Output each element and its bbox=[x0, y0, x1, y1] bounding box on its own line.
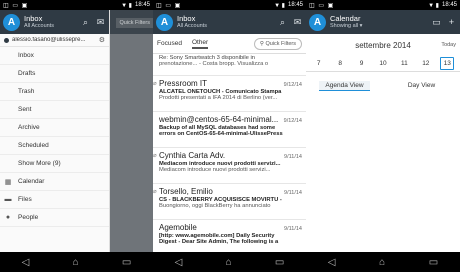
show-more-folders[interactable]: Show More (9) bbox=[0, 155, 109, 173]
status-time: 18:45 bbox=[441, 2, 457, 8]
drawer-screen: ◫ ▭ ▣ ▼ ▮ 18:45 Quick Filters A Inbox Al… bbox=[0, 0, 153, 272]
status-bar: ◫ ▭ ▣ ▼ ▮ 18:45 bbox=[153, 0, 306, 10]
back-icon[interactable]: ◁ bbox=[328, 257, 336, 268]
day-cell-selected[interactable]: 13 bbox=[440, 57, 455, 70]
recents-icon[interactable]: ▭ bbox=[275, 257, 284, 268]
status-bar: ◫ ▭ ▣ ▼ ▮ 18:45 bbox=[0, 0, 153, 10]
search-icon[interactable]: ⌕ bbox=[80, 17, 91, 28]
search-icon[interactable]: ⌕ bbox=[277, 17, 288, 28]
account-email: alessio.fasano@ulissepre... bbox=[12, 37, 86, 43]
app-files[interactable]: ▬ Files bbox=[0, 191, 109, 209]
month-header: settembre 2014 Today bbox=[306, 34, 460, 56]
day-cell[interactable]: 10 bbox=[376, 57, 390, 70]
folder-sent[interactable]: Sent bbox=[0, 101, 109, 119]
folder-trash[interactable]: Trash bbox=[0, 83, 109, 101]
settings-icon[interactable]: ⚙ bbox=[99, 36, 105, 44]
inbox-screen: ◫ ▭ ▣ ▼ ▮ 18:45 A Inbox All Accounts ⌕ ✉… bbox=[153, 0, 306, 272]
calendar-title: Calendar bbox=[330, 14, 361, 23]
attachment-icon: ⌀ bbox=[153, 81, 157, 87]
inbox-subtitle: All Accounts bbox=[177, 22, 207, 29]
home-icon[interactable]: ⌂ bbox=[73, 257, 79, 268]
quick-filters-button[interactable]: ⚲ Quick Filters bbox=[253, 37, 302, 50]
account-icon bbox=[4, 37, 9, 43]
folder-drafts[interactable]: Drafts bbox=[0, 65, 109, 83]
drawer-app-bar: A Inbox All Accounts ⌕ ✉ bbox=[0, 10, 109, 34]
message-item[interactable]: webmin@centos-65-64-minimal... 9/12/14 Ba… bbox=[153, 112, 306, 148]
folder-archive[interactable]: Archive bbox=[0, 119, 109, 137]
person-icon: ● bbox=[5, 214, 11, 221]
day-cell[interactable]: 9 bbox=[355, 57, 369, 70]
inbox-title: Inbox bbox=[177, 14, 196, 23]
message-item[interactable]: ⌀ Pressroom IT 9/12/14 ALCATEL ONETOUCH -… bbox=[153, 76, 306, 112]
folder-icon: ▬ bbox=[4, 196, 12, 203]
day-cell[interactable]: 7 bbox=[312, 57, 326, 70]
calendar-subtitle: Showing all ▾ bbox=[330, 22, 363, 29]
message-item[interactable]: Re: Sony Smartwatch 3 disponibile in pre… bbox=[153, 54, 306, 76]
message-item[interactable]: ⌀ Cynthia Carta Adv. 9/11/14 Mediacom int… bbox=[153, 148, 306, 184]
app-calendar[interactable]: ▦ Calendar bbox=[0, 173, 109, 191]
day-cell[interactable]: 12 bbox=[419, 57, 433, 70]
tab-focused[interactable]: Focused bbox=[157, 40, 182, 47]
outlook-logo-icon[interactable]: A bbox=[309, 13, 326, 31]
quick-filters-dimmed: Quick Filters bbox=[116, 18, 153, 28]
calendar-view-tabs: Agenda View Day View bbox=[306, 78, 460, 92]
folder-inbox[interactable]: Inbox bbox=[0, 47, 109, 65]
folder-scheduled[interactable]: Scheduled bbox=[0, 137, 109, 155]
day-cell[interactable]: 11 bbox=[397, 57, 411, 70]
calendar-screen: ◫ ▭ ▣ ▼ ▮ 18:45 A Calendar Showing all ▾… bbox=[306, 0, 460, 272]
account-row[interactable]: alessio.fasano@ulissepre... ⚙ bbox=[0, 34, 109, 47]
app-people[interactable]: ● People bbox=[0, 209, 109, 227]
nav-bar: ◁ ⌂ ▭ bbox=[0, 252, 153, 272]
back-icon[interactable]: ◁ bbox=[175, 257, 183, 268]
day-cell[interactable]: 8 bbox=[333, 57, 347, 70]
day-view-tab[interactable]: Day View bbox=[383, 82, 460, 89]
recents-icon[interactable]: ▭ bbox=[122, 257, 131, 268]
navigation-drawer: A Inbox All Accounts ⌕ ✉ alessio.fasano@… bbox=[0, 10, 110, 252]
home-icon[interactable]: ⌂ bbox=[226, 257, 232, 268]
status-bar: ◫ ▭ ▣ ▼ ▮ 18:45 bbox=[306, 0, 460, 10]
outlook-logo-icon[interactable]: A bbox=[156, 13, 173, 31]
calendar-view-icon[interactable]: ▭ bbox=[431, 17, 442, 28]
month-label[interactable]: settembre 2014 bbox=[355, 41, 411, 50]
home-icon[interactable]: ⌂ bbox=[379, 257, 385, 268]
message-item[interactable]: ⌀ Torsello, Emilio 9/11/14 CS - BLACKBERR… bbox=[153, 184, 306, 220]
inbox-tabs: Focused Other ⚲ Quick Filters bbox=[153, 34, 306, 54]
attachment-icon: ⌀ bbox=[153, 153, 157, 159]
compose-icon[interactable]: ✉ bbox=[292, 17, 303, 28]
dimmed-content[interactable]: Quick Filters bbox=[110, 10, 153, 252]
calendar-icon: ▦ bbox=[4, 178, 12, 186]
tab-other[interactable]: Other bbox=[191, 39, 209, 49]
inbox-app-bar: A Inbox All Accounts ⌕ ✉ bbox=[153, 10, 306, 34]
status-time: 18:45 bbox=[134, 2, 150, 8]
agenda-view-tab[interactable]: Agenda View bbox=[306, 80, 383, 91]
today-button[interactable]: Today bbox=[441, 42, 456, 48]
back-icon[interactable]: ◁ bbox=[22, 257, 30, 268]
status-time: 18:45 bbox=[287, 2, 303, 8]
calendar-app-bar: A Calendar Showing all ▾ ▭ + bbox=[306, 10, 460, 34]
add-event-icon[interactable]: + bbox=[446, 17, 457, 27]
agenda-list bbox=[306, 92, 460, 252]
message-item[interactable]: Agemobile 9/11/14 [http: www.agemobile.co… bbox=[153, 220, 306, 256]
drawer-subtitle: All Accounts bbox=[24, 22, 54, 29]
recents-icon[interactable]: ▭ bbox=[429, 257, 438, 268]
drawer-title: Inbox bbox=[24, 14, 43, 23]
attachment-icon: ⌀ bbox=[153, 189, 157, 195]
compose-icon[interactable]: ✉ bbox=[95, 17, 106, 28]
nav-bar: ◁ ⌂ ▭ bbox=[153, 252, 306, 272]
nav-bar: ◁ ⌂ ▭ bbox=[306, 252, 460, 272]
outlook-logo-icon[interactable]: A bbox=[3, 13, 20, 31]
week-strip: 7 8 9 10 11 12 13 bbox=[306, 56, 460, 72]
